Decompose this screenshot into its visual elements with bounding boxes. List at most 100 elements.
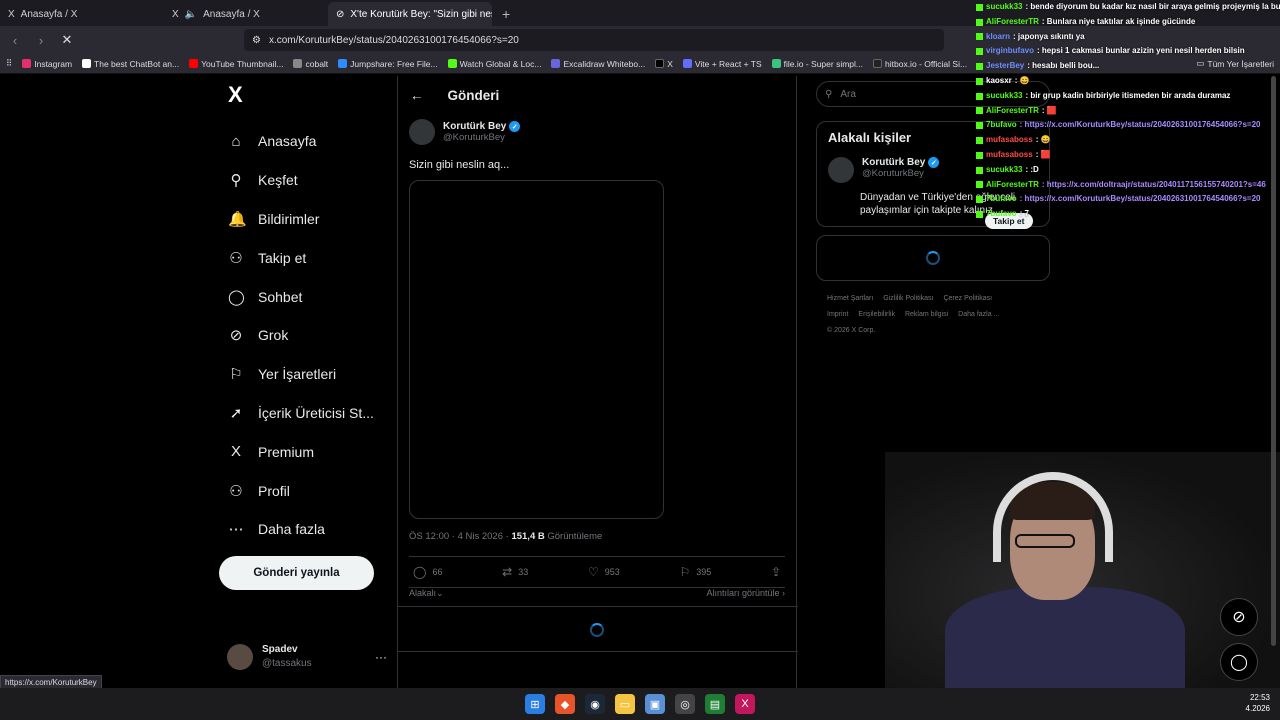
chat-username[interactable]: AliForesterTR <box>986 178 1039 193</box>
system-clock[interactable]: 22:53 4.2026 <box>1246 692 1270 714</box>
nav-item-chat[interactable]: ◯ Sohbet <box>218 277 388 316</box>
grok-fab-icon[interactable]: ⊘ <box>1220 598 1258 636</box>
post-time[interactable]: ÖS 12:00 · 4 Nis 2026 · <box>409 531 511 542</box>
obs-icon[interactable]: ◎ <box>675 694 695 714</box>
nav-item-explore[interactable]: ⚲ Keşfet <box>218 161 388 200</box>
more-dots-icon[interactable]: ··· <box>375 650 387 664</box>
chat-username[interactable]: 7bufavo <box>986 207 1017 222</box>
nav-label: Anasayfa <box>258 133 317 150</box>
browser-tab[interactable]: X 🔈 Anasayfa / X <box>164 2 328 26</box>
repost-count: 33 <box>518 567 529 577</box>
bookmark-item[interactable]: Jumpshare: Free File... <box>338 59 438 69</box>
chat-username[interactable]: kloarn <box>986 30 1010 45</box>
brave-browser-icon[interactable]: ◆ <box>555 694 575 714</box>
chat-username[interactable]: sucukk33 <box>986 163 1022 178</box>
nav-item-more[interactable]: ⋯ Daha fazla <box>218 510 388 549</box>
chat-username[interactable]: 7bufavo <box>986 118 1017 133</box>
chat-username[interactable]: kaosxr <box>986 74 1012 89</box>
bookmark-item[interactable]: The best ChatBot an... <box>82 59 179 69</box>
share-button[interactable]: ⇪ <box>771 565 781 579</box>
chat-username[interactable]: sucukk33 <box>986 89 1022 104</box>
kick-badge-icon <box>976 77 983 85</box>
youtube-icon <box>189 59 199 68</box>
chat-username[interactable]: AliForesterTR <box>986 104 1039 119</box>
bookmark-item[interactable]: cobalt <box>293 59 328 69</box>
steam-icon[interactable]: ◉ <box>585 694 605 714</box>
nav-item-profile[interactable]: ⚇ Profil <box>218 471 388 510</box>
account-switcher[interactable]: Spadev @tassakus ··· <box>227 643 387 671</box>
browser-tab-active[interactable]: ⊘X'te Korutürk Bey: "Sizin gibi nes✕ <box>328 2 492 26</box>
bookmark-button[interactable]: ⚐ 395 <box>679 565 711 579</box>
address-bar[interactable]: ⚙ x.com/KoruturkBey/status/2040263100176… <box>244 29 944 51</box>
bookmark-item[interactable]: file.io - Super simpl... <box>771 59 863 69</box>
site-info-icon[interactable]: ⚙ <box>252 35 261 46</box>
nav-item-bookmarks[interactable]: ⚐ Yer İşaretleri <box>218 355 388 394</box>
bookmark-item[interactable]: Excalidraw Whitebo... <box>551 59 645 69</box>
footer-link[interactable]: Daha fazla ... <box>958 311 999 318</box>
file-explorer-icon[interactable]: ▭ <box>615 694 635 714</box>
back-icon[interactable]: ‹ <box>6 33 24 48</box>
apps-grid-icon[interactable]: ⠿ <box>6 58 12 69</box>
footer-link[interactable]: Çerez Politikası <box>943 295 992 302</box>
nav-item-premium[interactable]: X Premium <box>218 432 388 471</box>
bookmark-icon: ⚐ <box>229 366 243 384</box>
view-quotes-link[interactable]: Alıntıları görüntüle › <box>706 588 785 599</box>
dev-app-icon[interactable]: X <box>735 694 755 714</box>
bookmark-item[interactable]: Vite + React + TS <box>682 59 762 69</box>
nav-item-follow[interactable]: ⚇ Takip et <box>218 238 388 277</box>
reply-button[interactable]: ◯ 66 <box>413 565 442 579</box>
post-author[interactable]: Korutürk Bey ✓ @KoruturkBey <box>398 114 796 145</box>
x-logo-icon[interactable]: X <box>228 82 388 108</box>
nav-item-grok[interactable]: ⊘ Grok <box>218 316 388 355</box>
tab-title: Anasayfa / X <box>20 8 78 20</box>
windows-start-icon[interactable]: ⊞ <box>525 694 545 714</box>
bookmark-item[interactable]: hitbox.io - Official Si... <box>873 59 967 69</box>
sheets-icon[interactable]: ▤ <box>705 694 725 714</box>
forward-icon[interactable]: › <box>32 33 50 48</box>
new-tab-button[interactable]: + <box>492 6 520 26</box>
chat-username[interactable]: 7bufavo <box>986 192 1017 207</box>
chat-username[interactable]: mufasaboss <box>986 148 1033 163</box>
rocket-icon: ➚ <box>229 404 243 422</box>
chat-username[interactable]: JesterBey <box>986 59 1024 74</box>
nav-item-home[interactable]: ⌂ Anasayfa <box>218 122 388 161</box>
like-button[interactable]: ♡ 953 <box>588 565 620 579</box>
messages-fab-icon[interactable]: ◯ <box>1220 643 1258 681</box>
back-arrow-icon[interactable]: ← <box>410 88 424 103</box>
avatar[interactable] <box>828 157 854 183</box>
chat-username[interactable]: virginbufavo <box>986 44 1034 59</box>
repost-button[interactable]: ⇄ 33 <box>502 565 528 579</box>
chat-text: : japonya sıkıntı ya <box>1013 31 1085 41</box>
chat-username[interactable]: sucukk33 <box>986 0 1022 15</box>
post-button[interactable]: Gönderi yayınla <box>219 556 374 590</box>
author-handle[interactable]: @KoruturkBey <box>443 132 520 143</box>
sort-dropdown[interactable]: Alakalı⌄ <box>409 588 444 599</box>
related-user-name[interactable]: Korutürk Bey <box>862 157 925 168</box>
footer-link[interactable]: Gizlilik Politikası <box>883 295 933 302</box>
nav-label: Yer İşaretleri <box>258 366 337 383</box>
browser-tab[interactable]: X Anasayfa / X <box>0 2 164 26</box>
related-user-handle[interactable]: @KoruturkBey <box>862 168 939 179</box>
footer-link[interactable]: Imprint <box>827 311 848 318</box>
photos-icon[interactable]: ▣ <box>645 694 665 714</box>
bookmark-item[interactable]: YouTube Thumbnail... <box>189 59 283 69</box>
footer-link[interactable]: Erişilebilirlik <box>858 311 895 318</box>
stop-loading-icon[interactable]: ✕ <box>58 32 76 48</box>
kick-badge-icon <box>976 137 983 145</box>
chat-username[interactable]: mufasaboss <box>986 133 1033 148</box>
hitbox-icon <box>873 59 883 68</box>
bookmark-item[interactable]: X <box>655 59 673 69</box>
footer-link[interactable]: Hizmet Şartları <box>827 295 873 302</box>
page-scrollbar[interactable] <box>1271 76 1276 646</box>
chatbot-icon <box>82 59 92 68</box>
avatar[interactable] <box>409 119 435 145</box>
post-media[interactable] <box>409 180 664 519</box>
nav-label: İçerik Üreticisi St... <box>258 404 374 421</box>
nav-item-notifications[interactable]: 🔔 Bildirimler <box>218 200 388 239</box>
bookmark-item[interactable]: Watch Global & Loc... <box>447 59 541 69</box>
author-name[interactable]: Korutürk Bey <box>443 121 506 132</box>
nav-item-creator-studio[interactable]: ➚ İçerik Üreticisi St... <box>218 394 388 433</box>
footer-link[interactable]: Reklam bilgisi <box>905 311 948 318</box>
bookmark-item[interactable]: Instagram <box>22 59 72 69</box>
chat-username[interactable]: AliForesterTR <box>986 15 1039 30</box>
